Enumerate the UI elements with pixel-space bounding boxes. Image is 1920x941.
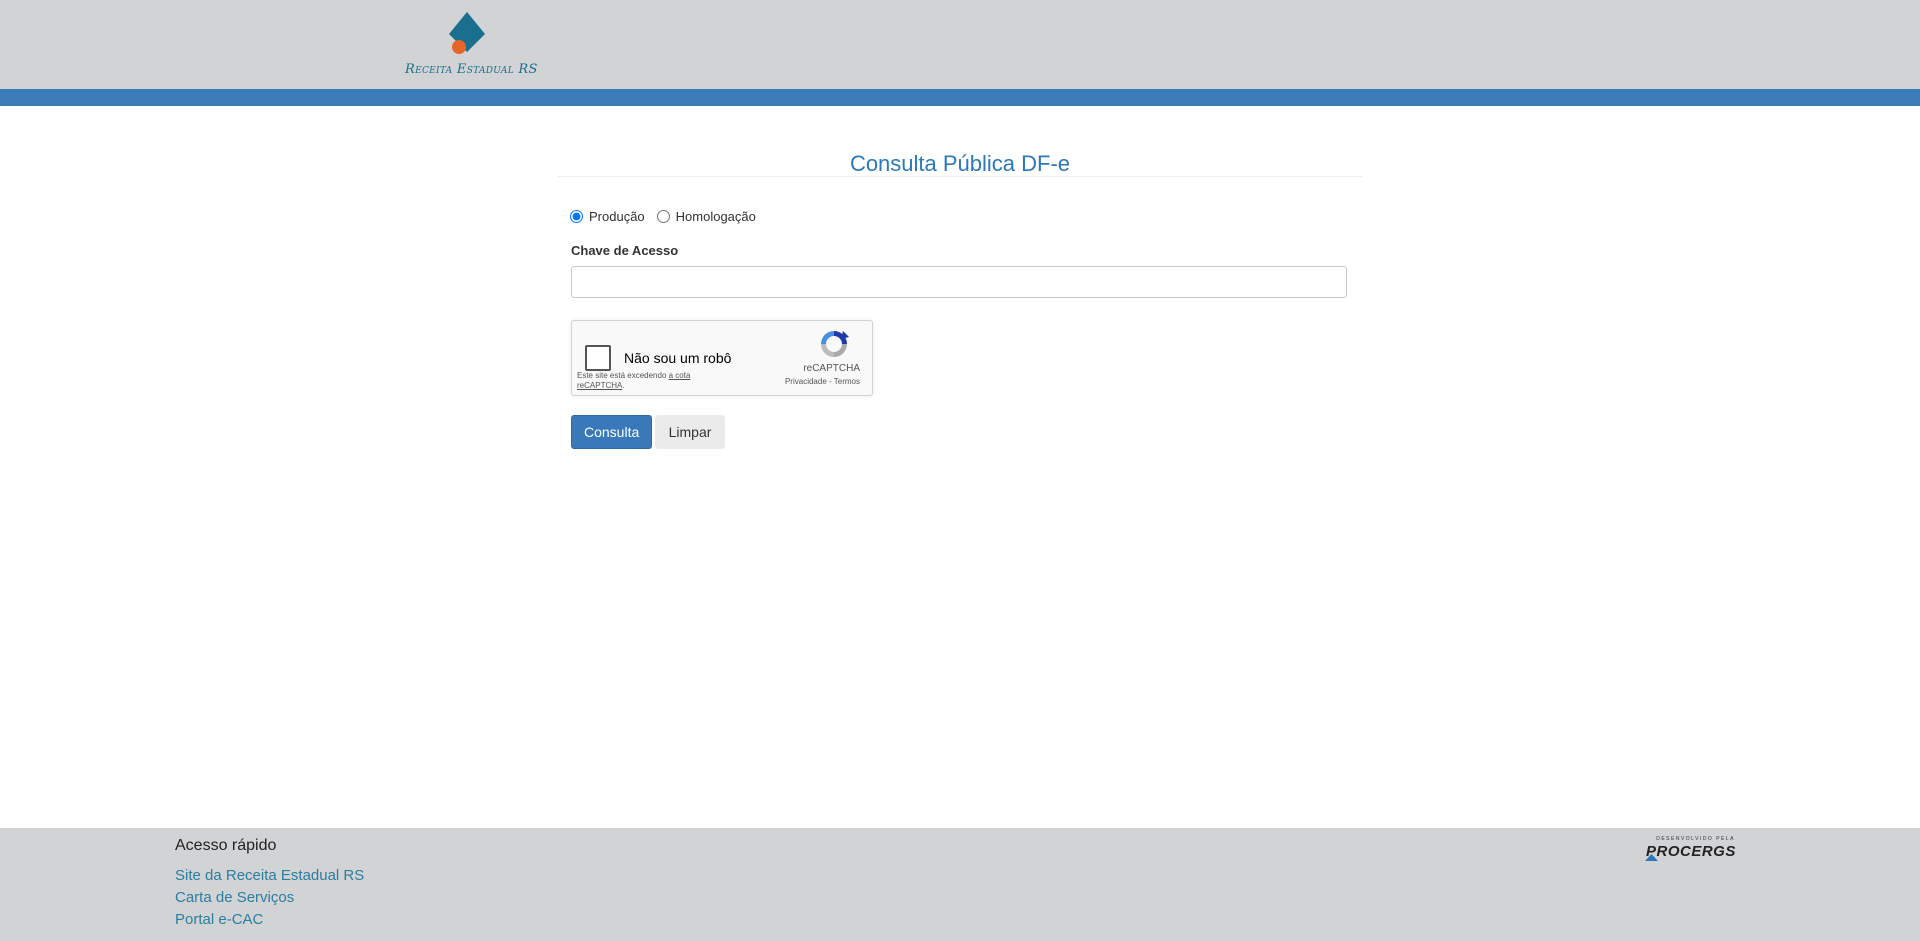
- footer: Acesso rápido Site da Receita Estadual R…: [0, 828, 1920, 941]
- procergs-prefix: DESENVOLVIDO PELA: [1656, 836, 1735, 842]
- recaptcha-widget: Não sou um robô Este site está excedendo…: [571, 320, 873, 396]
- footer-link-receita[interactable]: Site da Receita Estadual RS: [175, 865, 364, 887]
- receita-logo[interactable]: Receita Estadual RS: [403, 12, 537, 80]
- logo-text: Receita Estadual RS: [405, 62, 538, 77]
- header-stripe: [0, 89, 1920, 106]
- recaptcha-warning: Este site está excedendo a cota reCAPTCH…: [577, 371, 727, 391]
- recaptcha-separator: -: [829, 377, 832, 386]
- footer-link-carta-servicos[interactable]: Carta de Serviços: [175, 887, 364, 909]
- radio-homologacao-label: Homologação: [675, 209, 756, 224]
- access-key-input[interactable]: [571, 266, 1347, 298]
- recaptcha-label: Não sou um robô: [624, 350, 732, 366]
- recaptcha-terms-link[interactable]: Termos: [834, 377, 860, 386]
- footer-title: Acesso rápido: [175, 837, 277, 854]
- footer-link-ecac[interactable]: Portal e-CAC: [175, 909, 364, 931]
- limpar-button[interactable]: Limpar: [655, 415, 725, 449]
- environment-radio-group: Produção Homologação: [570, 209, 768, 224]
- title-divider: [558, 176, 1362, 177]
- recaptcha-checkbox[interactable]: [585, 345, 611, 371]
- radio-producao-option[interactable]: Produção: [570, 209, 645, 224]
- access-key-label: Chave de Acesso: [571, 243, 679, 258]
- recaptcha-links: Privacidade - Termos: [785, 377, 860, 386]
- recaptcha-warning-suffix: .: [622, 381, 625, 390]
- footer-links: Site da Receita Estadual RS Carta de Ser…: [175, 865, 364, 931]
- consulta-button[interactable]: Consulta: [571, 415, 652, 449]
- recaptcha-warning-prefix: Este site está excedendo: [577, 371, 667, 380]
- recaptcha-brand: reCAPTCHA: [803, 363, 860, 374]
- recaptcha-privacy-link[interactable]: Privacidade: [785, 377, 827, 386]
- recaptcha-icon: [821, 331, 849, 357]
- radio-producao-label: Produção: [589, 209, 645, 224]
- procergs-logo[interactable]: DESENVOLVIDO PELA PROCERGS: [1643, 836, 1745, 866]
- diamond-logo-icon: [449, 12, 485, 54]
- page-title: Consulta Pública DF-e: [849, 150, 1071, 176]
- radio-homologacao-option[interactable]: Homologação: [656, 209, 756, 224]
- procergs-name: PROCERGS: [1646, 843, 1736, 860]
- radio-homologacao[interactable]: [656, 210, 670, 223]
- radio-producao[interactable]: [570, 210, 583, 223]
- header: Receita Estadual RS: [0, 0, 1920, 89]
